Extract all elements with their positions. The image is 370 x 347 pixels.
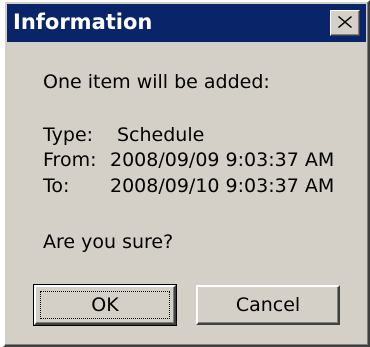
to-label: To:: [43, 175, 70, 197]
to-value: 2008/09/10 9:03:37 AM: [110, 175, 335, 197]
ok-button-label: OK: [91, 294, 119, 316]
cancel-button-label: Cancel: [235, 294, 301, 316]
type-label: Type:: [43, 124, 94, 146]
confirm-question: Are you sure?: [43, 231, 174, 253]
type-value: Schedule: [117, 124, 205, 146]
ok-button[interactable]: OK: [33, 284, 177, 326]
dialog-title: Information: [13, 10, 153, 34]
title-bar[interactable]: Information: [7, 4, 366, 42]
cancel-button[interactable]: Cancel: [196, 285, 340, 325]
from-value: 2008/09/09 9:03:37 AM: [110, 149, 335, 171]
information-dialog: Information One item will be added: Type…: [3, 0, 370, 347]
message-intro: One item will be added:: [43, 71, 270, 93]
close-button[interactable]: [330, 10, 360, 36]
from-label: From:: [43, 149, 97, 171]
close-icon: [338, 16, 352, 28]
